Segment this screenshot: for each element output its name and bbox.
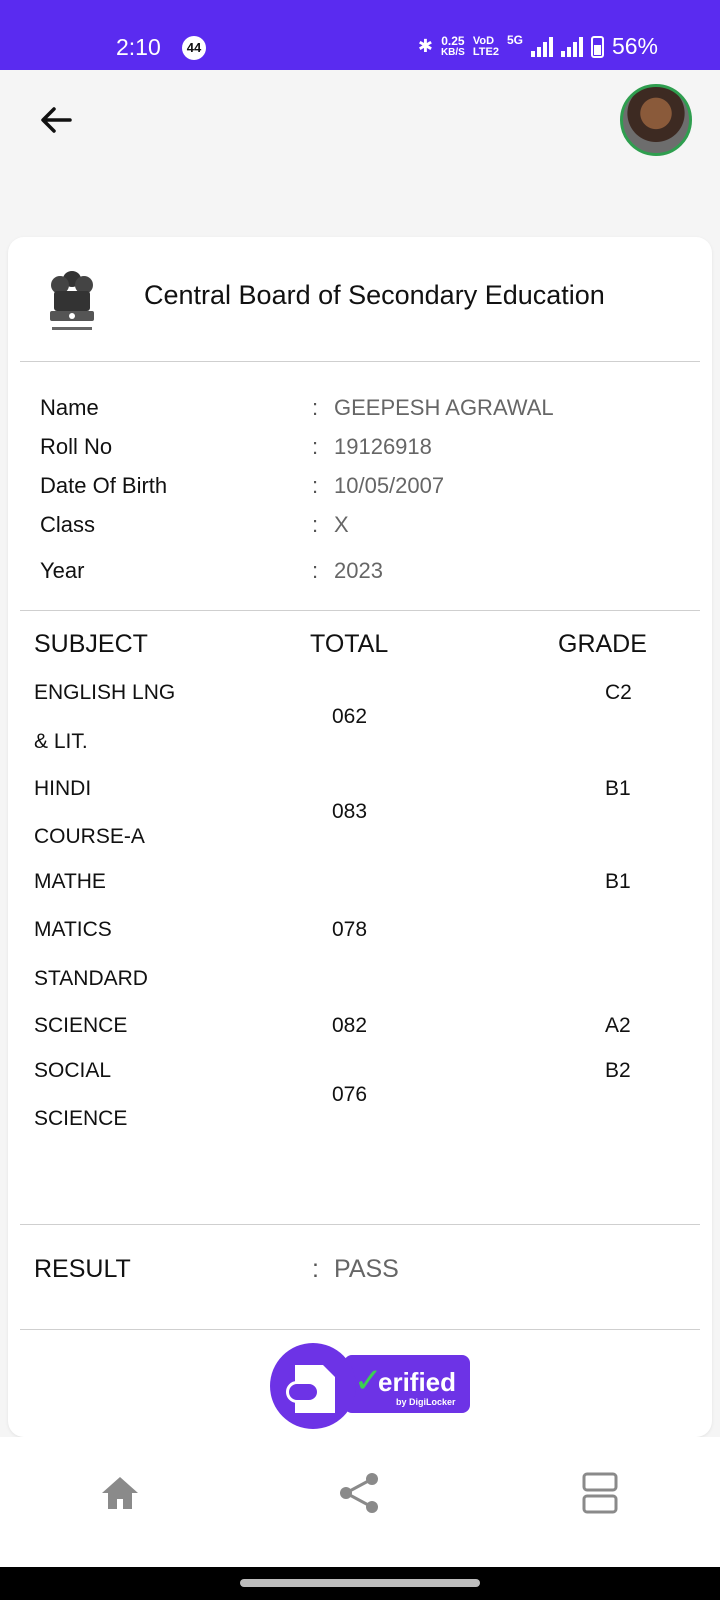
signal-icon-sim2 [560,36,583,57]
class-colon: : [312,512,319,537]
verified-text: erified [378,1367,457,1397]
network-type-5g: 5G [506,33,523,47]
divider-table [20,1224,700,1225]
result-colon: : [312,1255,319,1283]
national-emblem-icon [42,265,102,341]
volte-bottom: LTE2 [472,45,499,58]
layout-icon[interactable] [574,1467,626,1519]
profile-avatar[interactable] [620,84,692,156]
result-value: PASS [334,1255,399,1283]
battery-percentage: 56% [611,33,658,59]
marksheet-card: Central Board of Secondary Education Nam… [8,237,712,1437]
subject-grade: B2 [605,1059,631,1082]
cloud-lock-icon [286,1381,320,1403]
subject-name-line: COURSE-A [34,825,145,848]
class-label: Class [40,512,96,537]
subject-total: 078 [332,918,368,941]
roll-no-value: 19126918 [334,434,432,459]
dob-label: Date Of Birth [40,473,168,498]
status-time: 2:10 [116,34,161,60]
subject-total: 083 [332,800,368,823]
subject-grade: B1 [605,870,631,893]
network-speed-value: 0.25 [441,33,465,48]
bottom-nav [0,1437,720,1567]
system-gesture-bar [0,1567,720,1600]
back-arrow-icon[interactable] [34,98,78,142]
subject-total: 062 [332,705,368,728]
share-icon[interactable] [334,1467,386,1519]
divider-result [20,1329,700,1330]
subject-name-line: MATHE [34,870,106,893]
volte-top: VoD [472,34,495,47]
grade-header: GRADE [558,630,647,658]
status-icons: ✱ 0.25 KB/S VoD LTE2 5G 56% [418,33,658,60]
subject-name-line: MATICS [34,918,112,941]
signal-icon-sim1 [530,36,553,57]
network-speed-unit: KB/S [440,46,465,58]
roll-no-label: Roll No [40,434,113,459]
class-value: X [334,512,349,537]
year-colon: : [312,558,319,583]
divider-top [20,361,700,362]
verified-digilocker-badge: ✓ erified by DigiLocker [264,1337,474,1429]
result-label: RESULT [34,1255,131,1283]
subject-name-line: SOCIAL [34,1059,112,1082]
battery-icon [590,35,604,58]
network-speed: 0.25 KB/S [441,35,465,59]
home-icon[interactable] [94,1467,146,1519]
subject-grade: B1 [605,777,631,800]
gesture-handle[interactable] [240,1579,480,1587]
board-name: Central Board of Secondary Education [144,280,605,310]
subject-grade: C2 [605,681,632,704]
divider-info [20,610,700,611]
bluetooth-icon: ✱ [417,36,433,56]
subject-grade: A2 [605,1014,631,1037]
total-header: TOTAL [310,630,389,658]
subject-name-line: ENGLISH LNG [34,681,176,704]
subject-name-line: & LIT. [34,730,88,753]
subject-total: 082 [332,1014,368,1037]
dob-colon: : [312,473,319,498]
subject-name-line: SCIENCE [34,1107,128,1130]
verified-subtext: by DigiLocker [396,1397,456,1407]
subject-total: 076 [332,1083,368,1106]
name-colon: : [312,395,319,420]
dob-value: 10/05/2007 [334,473,445,498]
volte-indicator: VoD LTE2 [472,34,499,58]
notification-count-badge: 44 [182,36,206,60]
year-value: 2023 [334,558,383,583]
name-value: GEEPESH AGRAWAL [334,395,554,420]
status-bar: 2:10 44 ✱ 0.25 KB/S VoD LTE2 5G 56% [0,0,720,70]
subject-header: SUBJECT [34,630,148,658]
roll-no-colon: : [312,434,319,459]
verified-pill: ✓ erified by DigiLocker [344,1355,470,1413]
subject-name-line: STANDARD [34,967,148,990]
name-label: Name [40,395,99,420]
subject-name-line: HINDI [34,777,92,800]
digilocker-logo-icon [270,1343,356,1429]
year-label: Year [40,558,85,583]
subject-name-line: SCIENCE [34,1014,128,1037]
